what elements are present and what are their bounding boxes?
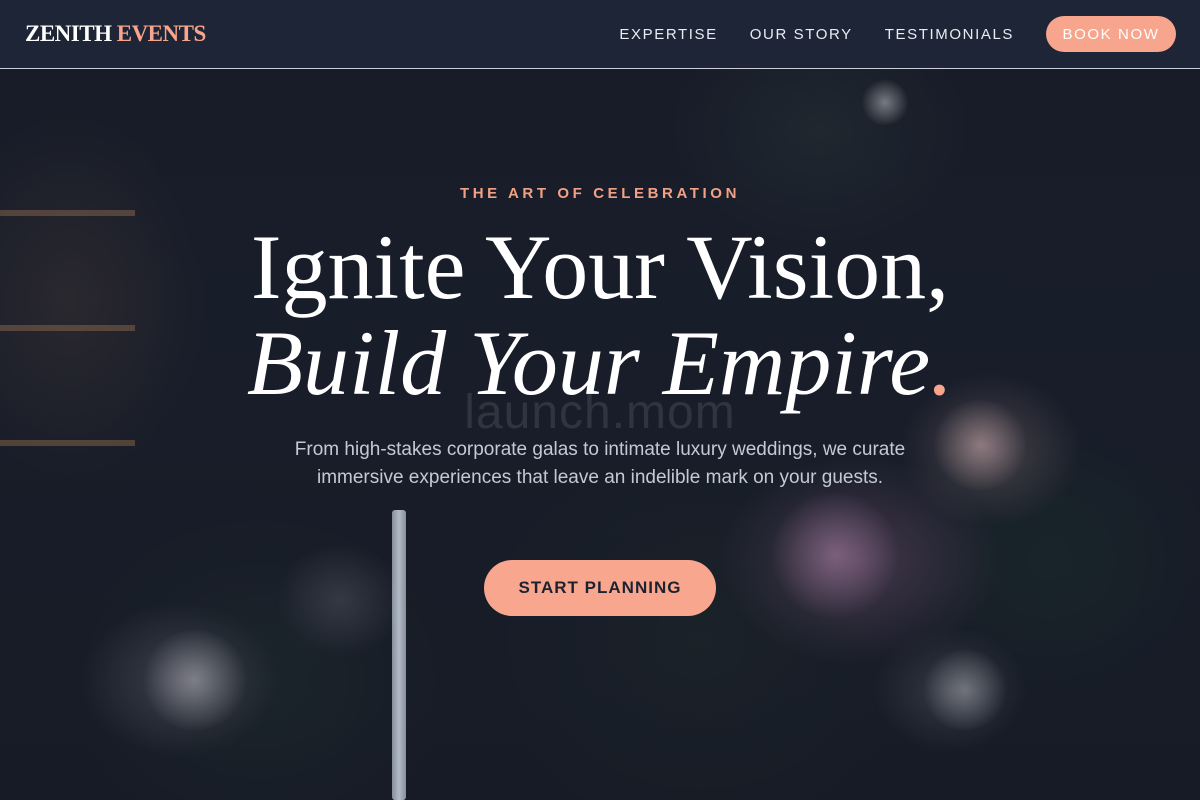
nav-link-testimonials[interactable]: TESTIMONIALS (885, 26, 1014, 43)
hero-headline: Ignite Your Vision, Build Your Empire. (0, 219, 1200, 411)
site-header: ZENITH EVENTS EXPERTISE OUR STORY TESTIM… (0, 0, 1200, 69)
brand-name-part1: ZENITH (25, 21, 112, 46)
shelf (0, 210, 135, 216)
nav-link-expertise[interactable]: EXPERTISE (619, 26, 717, 43)
watermark: launch.mom (464, 386, 736, 439)
start-planning-button[interactable]: START PLANNING (484, 560, 716, 616)
brand-logo[interactable]: ZENITH EVENTS (25, 21, 206, 47)
main-nav: EXPERTISE OUR STORY TESTIMONIALS BOOK NO… (587, 16, 1176, 52)
dahlia-flower (770, 490, 900, 620)
hero-eyebrow: THE ART OF CELEBRATION (459, 185, 741, 202)
nav-link-our-story[interactable]: OUR STORY (750, 26, 853, 43)
headline-line1: Ignite Your Vision, (250, 216, 950, 318)
candle (392, 510, 406, 800)
hero-subtext: From high-stakes corporate galas to inti… (294, 439, 906, 488)
white-flower (860, 80, 910, 125)
white-flower (920, 650, 1010, 730)
brand-name-part2: EVENTS (116, 21, 207, 46)
book-now-button[interactable]: BOOK NOW (1046, 16, 1176, 52)
white-flower (140, 630, 250, 730)
shelf (0, 440, 135, 446)
